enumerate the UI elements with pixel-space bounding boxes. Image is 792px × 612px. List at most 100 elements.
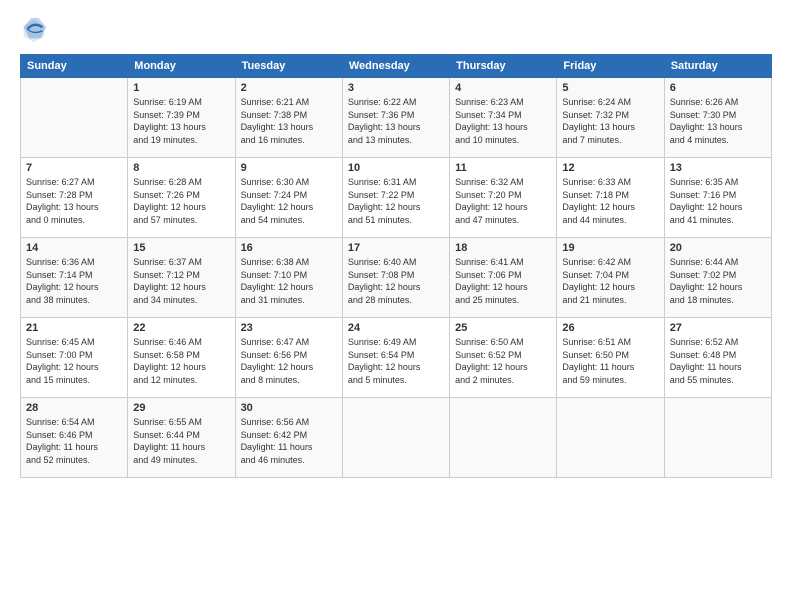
day-number: 15	[133, 242, 229, 254]
day-info: Sunrise: 6:22 AM Sunset: 7:36 PM Dayligh…	[348, 96, 444, 146]
header	[20, 16, 772, 44]
week-row-3: 14 Sunrise: 6:36 AM Sunset: 7:14 PM Dayli…	[21, 238, 772, 318]
day-info: Sunrise: 6:28 AM Sunset: 7:26 PM Dayligh…	[133, 176, 229, 226]
day-cell	[21, 78, 128, 158]
day-info: Sunrise: 6:38 AM Sunset: 7:10 PM Dayligh…	[241, 256, 337, 306]
week-row-4: 21Sunrise: 6:45 AM Sunset: 7:00 PM Dayli…	[21, 318, 772, 398]
day-info: Sunrise: 6:24 AM Sunset: 7:32 PM Dayligh…	[562, 96, 658, 146]
day-cell: 4 Sunrise: 6:23 AM Sunset: 7:34 PM Daylig…	[450, 78, 557, 158]
week-row-1: 1 Sunrise: 6:19 AM Sunset: 7:39 PM Daylig…	[21, 78, 772, 158]
day-cell: 28Sunrise: 6:54 AM Sunset: 6:46 PM Dayli…	[21, 398, 128, 478]
day-cell: 12 Sunrise: 6:33 AM Sunset: 7:18 PM Dayli…	[557, 158, 664, 238]
column-header-thursday: Thursday	[450, 55, 557, 78]
day-number: 17	[348, 242, 444, 254]
day-cell	[557, 398, 664, 478]
day-number: 18	[455, 242, 551, 254]
day-number: 24	[348, 322, 444, 334]
day-info: Sunrise: 6:36 AM Sunset: 7:14 PM Dayligh…	[26, 256, 122, 306]
day-cell: 7 Sunrise: 6:27 AM Sunset: 7:28 PM Daylig…	[21, 158, 128, 238]
day-info: Sunrise: 6:46 AM Sunset: 6:58 PM Dayligh…	[133, 336, 229, 386]
day-cell	[342, 398, 449, 478]
logo-icon	[20, 16, 48, 44]
day-cell: 24 Sunrise: 6:49 AM Sunset: 6:54 PM Dayli…	[342, 318, 449, 398]
day-info: Sunrise: 6:50 AM Sunset: 6:52 PM Dayligh…	[455, 336, 551, 386]
day-info: Sunrise: 6:32 AM Sunset: 7:20 PM Dayligh…	[455, 176, 551, 226]
day-info: Sunrise: 6:55 AM Sunset: 6:44 PM Dayligh…	[133, 416, 229, 466]
day-info: Sunrise: 6:31 AM Sunset: 7:22 PM Dayligh…	[348, 176, 444, 226]
day-cell: 15 Sunrise: 6:37 AM Sunset: 7:12 PM Dayli…	[128, 238, 235, 318]
day-info: Sunrise: 6:37 AM Sunset: 7:12 PM Dayligh…	[133, 256, 229, 306]
day-cell: 11 Sunrise: 6:32 AM Sunset: 7:20 PM Dayli…	[450, 158, 557, 238]
day-info: Sunrise: 6:41 AM Sunset: 7:06 PM Dayligh…	[455, 256, 551, 306]
day-info: Sunrise: 6:54 AM Sunset: 6:46 PM Dayligh…	[26, 416, 122, 466]
day-info: Sunrise: 6:30 AM Sunset: 7:24 PM Dayligh…	[241, 176, 337, 226]
column-header-friday: Friday	[557, 55, 664, 78]
day-cell: 20Sunrise: 6:44 AM Sunset: 7:02 PM Dayli…	[664, 238, 771, 318]
column-header-saturday: Saturday	[664, 55, 771, 78]
day-info: Sunrise: 6:52 AM Sunset: 6:48 PM Dayligh…	[670, 336, 766, 386]
week-row-5: 28Sunrise: 6:54 AM Sunset: 6:46 PM Dayli…	[21, 398, 772, 478]
day-info: Sunrise: 6:47 AM Sunset: 6:56 PM Dayligh…	[241, 336, 337, 386]
day-number: 7	[26, 162, 122, 174]
day-number: 19	[562, 242, 658, 254]
day-cell: 6 Sunrise: 6:26 AM Sunset: 7:30 PM Daylig…	[664, 78, 771, 158]
calendar-page: SundayMondayTuesdayWednesdayThursdayFrid…	[0, 0, 792, 612]
day-info: Sunrise: 6:27 AM Sunset: 7:28 PM Dayligh…	[26, 176, 122, 226]
day-info: Sunrise: 6:49 AM Sunset: 6:54 PM Dayligh…	[348, 336, 444, 386]
day-number: 1	[133, 82, 229, 94]
calendar-header: SundayMondayTuesdayWednesdayThursdayFrid…	[21, 55, 772, 78]
day-info: Sunrise: 6:19 AM Sunset: 7:39 PM Dayligh…	[133, 96, 229, 146]
calendar-body: 1 Sunrise: 6:19 AM Sunset: 7:39 PM Daylig…	[21, 78, 772, 478]
day-cell: 8 Sunrise: 6:28 AM Sunset: 7:26 PM Daylig…	[128, 158, 235, 238]
day-info: Sunrise: 6:56 AM Sunset: 6:42 PM Dayligh…	[241, 416, 337, 466]
day-cell: 22 Sunrise: 6:46 AM Sunset: 6:58 PM Dayli…	[128, 318, 235, 398]
day-info: Sunrise: 6:45 AM Sunset: 7:00 PM Dayligh…	[26, 336, 122, 386]
day-info: Sunrise: 6:44 AM Sunset: 7:02 PM Dayligh…	[670, 256, 766, 306]
day-info: Sunrise: 6:26 AM Sunset: 7:30 PM Dayligh…	[670, 96, 766, 146]
day-cell: 13Sunrise: 6:35 AM Sunset: 7:16 PM Dayli…	[664, 158, 771, 238]
day-cell: 9 Sunrise: 6:30 AM Sunset: 7:24 PM Daylig…	[235, 158, 342, 238]
day-info: Sunrise: 6:51 AM Sunset: 6:50 PM Dayligh…	[562, 336, 658, 386]
day-cell: 27 Sunrise: 6:52 AM Sunset: 6:48 PM Dayli…	[664, 318, 771, 398]
day-number: 27	[670, 322, 766, 334]
day-number: 9	[241, 162, 337, 174]
day-cell: 26 Sunrise: 6:51 AM Sunset: 6:50 PM Dayli…	[557, 318, 664, 398]
day-cell: 16 Sunrise: 6:38 AM Sunset: 7:10 PM Dayli…	[235, 238, 342, 318]
day-info: Sunrise: 6:23 AM Sunset: 7:34 PM Dayligh…	[455, 96, 551, 146]
week-row-2: 7 Sunrise: 6:27 AM Sunset: 7:28 PM Daylig…	[21, 158, 772, 238]
day-cell: 10 Sunrise: 6:31 AM Sunset: 7:22 PM Dayli…	[342, 158, 449, 238]
day-number: 8	[133, 162, 229, 174]
day-number: 14	[26, 242, 122, 254]
day-cell: 18 Sunrise: 6:41 AM Sunset: 7:06 PM Dayli…	[450, 238, 557, 318]
logo	[20, 16, 52, 44]
header-row: SundayMondayTuesdayWednesdayThursdayFrid…	[21, 55, 772, 78]
day-number: 11	[455, 162, 551, 174]
day-cell: 2Sunrise: 6:21 AM Sunset: 7:38 PM Daylig…	[235, 78, 342, 158]
day-number: 4	[455, 82, 551, 94]
day-number: 6	[670, 82, 766, 94]
day-info: Sunrise: 6:33 AM Sunset: 7:18 PM Dayligh…	[562, 176, 658, 226]
day-info: Sunrise: 6:42 AM Sunset: 7:04 PM Dayligh…	[562, 256, 658, 306]
day-cell: 30 Sunrise: 6:56 AM Sunset: 6:42 PM Dayli…	[235, 398, 342, 478]
day-info: Sunrise: 6:40 AM Sunset: 7:08 PM Dayligh…	[348, 256, 444, 306]
day-cell	[450, 398, 557, 478]
day-number: 26	[562, 322, 658, 334]
calendar-table: SundayMondayTuesdayWednesdayThursdayFrid…	[20, 54, 772, 478]
day-number: 23	[241, 322, 337, 334]
day-number: 29	[133, 402, 229, 414]
column-header-monday: Monday	[128, 55, 235, 78]
day-number: 10	[348, 162, 444, 174]
day-cell: 21Sunrise: 6:45 AM Sunset: 7:00 PM Dayli…	[21, 318, 128, 398]
day-number: 2	[241, 82, 337, 94]
column-header-wednesday: Wednesday	[342, 55, 449, 78]
day-number: 13	[670, 162, 766, 174]
day-number: 16	[241, 242, 337, 254]
day-cell: 25Sunrise: 6:50 AM Sunset: 6:52 PM Dayli…	[450, 318, 557, 398]
day-number: 22	[133, 322, 229, 334]
day-number: 12	[562, 162, 658, 174]
day-cell: 19 Sunrise: 6:42 AM Sunset: 7:04 PM Dayli…	[557, 238, 664, 318]
day-number: 30	[241, 402, 337, 414]
day-number: 3	[348, 82, 444, 94]
day-cell: 23 Sunrise: 6:47 AM Sunset: 6:56 PM Dayli…	[235, 318, 342, 398]
column-header-sunday: Sunday	[21, 55, 128, 78]
